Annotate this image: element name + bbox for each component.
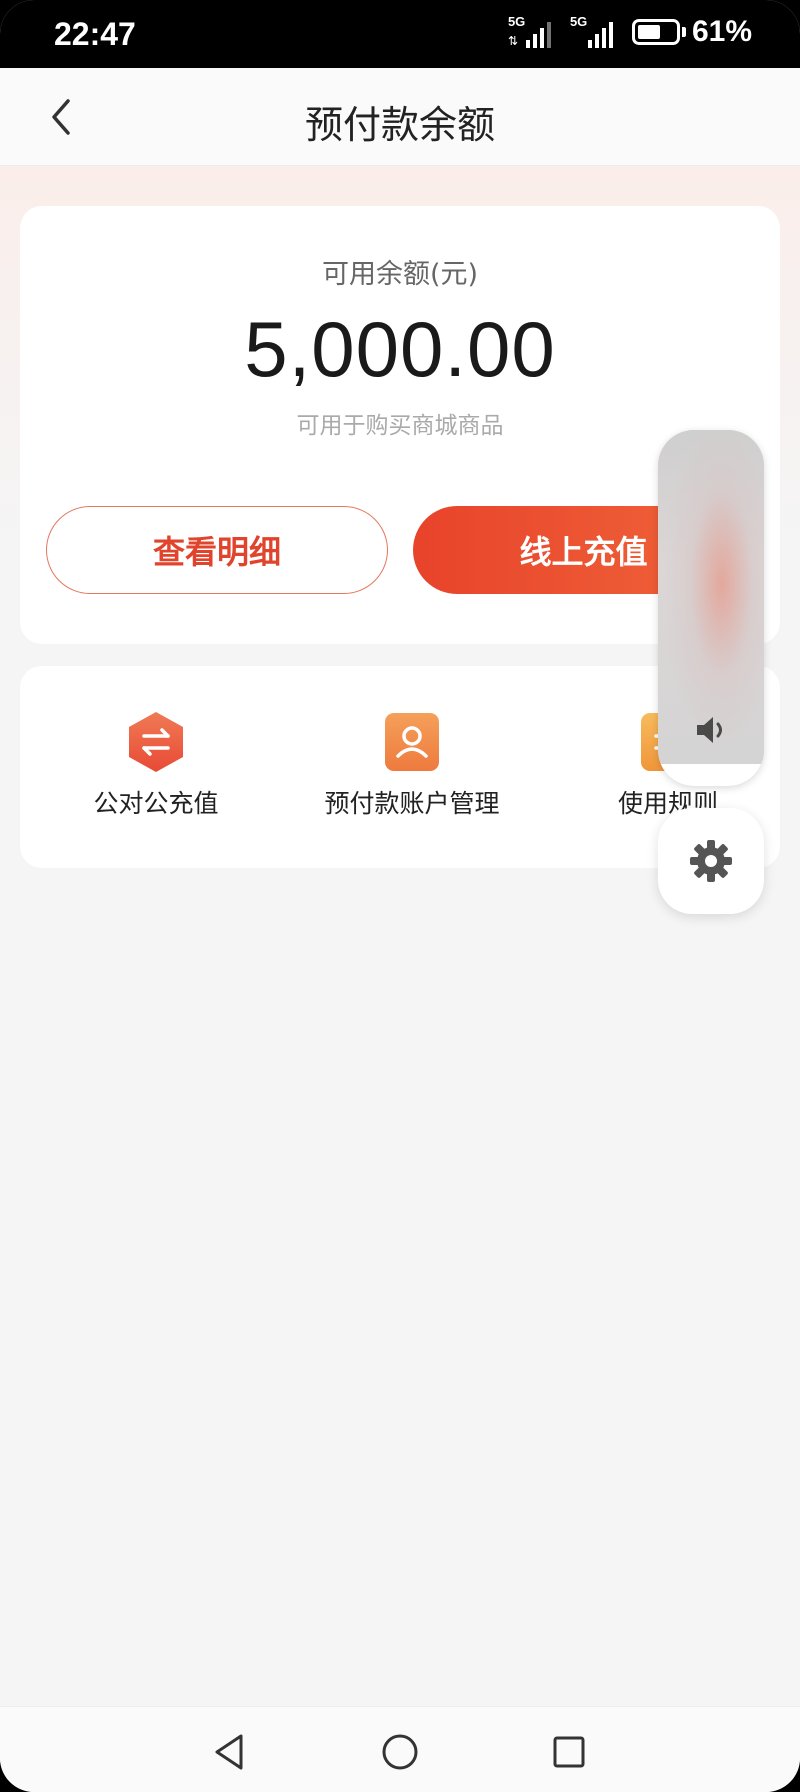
settings-button[interactable] <box>658 808 764 914</box>
view-details-button[interactable]: 查看明细 <box>46 506 388 594</box>
exchange-hexagon-icon <box>129 712 183 772</box>
page-header: 预付款余额 <box>0 68 800 166</box>
shortcut-label: 使用规则 <box>617 789 718 818</box>
network-type-label: 5G <box>569 14 588 29</box>
battery-percent: 61% <box>691 15 752 48</box>
nav-recents-button[interactable] <box>544 1727 594 1777</box>
page-title: 预付款余额 <box>304 103 495 147</box>
app-screen: 22:47 5G ⇅ 5G 61% 预付款余额 可用余额(元) 5,000.00… <box>0 0 800 1792</box>
cellular-signal-icon: 5G <box>570 14 618 50</box>
nav-back-button[interactable] <box>204 1727 254 1777</box>
balance-label: 可用余额(元) <box>321 259 479 290</box>
nav-home-button[interactable] <box>375 1727 425 1777</box>
speaker-icon <box>697 717 722 743</box>
balance-amount: 5,000.00 <box>244 305 556 393</box>
shortcut-corporate-recharge[interactable]: 公对公充值 <box>28 710 284 820</box>
speaker-icon-wrap[interactable] <box>693 712 729 752</box>
user-account-icon <box>385 713 439 771</box>
square-recents-icon <box>553 1736 585 1768</box>
status-time: 22:47 <box>54 16 136 52</box>
shortcut-label: 公对公充值 <box>93 789 219 818</box>
network-type-label: 5G <box>507 14 526 29</box>
shortcut-label: 预付款账户管理 <box>324 789 500 818</box>
status-bar: 22:47 5G ⇅ 5G 61% <box>0 0 800 68</box>
cellular-signal-icon: 5G ⇅ <box>508 14 556 50</box>
status-icons: 5G ⇅ 5G 61% <box>508 14 752 50</box>
gear-icon <box>690 840 732 882</box>
system-nav-bar <box>0 1706 800 1792</box>
shortcut-account-management[interactable]: 预付款账户管理 <box>284 710 540 820</box>
triangle-back-icon <box>215 1734 243 1770</box>
circle-home-icon <box>382 1734 418 1770</box>
volume-panel[interactable] <box>658 430 764 786</box>
battery-icon: 61% <box>631 15 752 49</box>
